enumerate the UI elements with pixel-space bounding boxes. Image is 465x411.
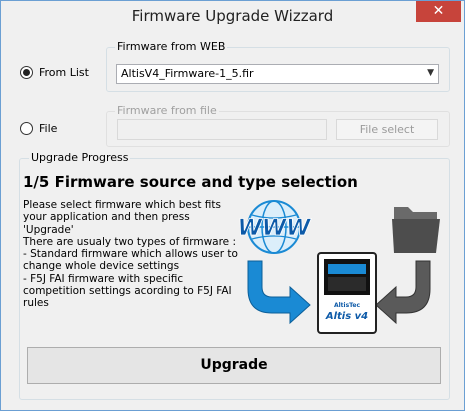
window-title: Firmware Upgrade Wizzard <box>131 7 334 25</box>
radio-indicator <box>20 122 33 135</box>
file-select-button[interactable]: File select <box>336 119 438 140</box>
chevron-down-icon: ▼ <box>427 68 434 78</box>
from-list-label: From List <box>39 66 89 79</box>
progress-group-label: Upgrade Progress <box>29 151 131 164</box>
arrow-down-left-icon <box>375 260 431 325</box>
web-group-label: Firmware from WEB <box>115 40 228 53</box>
close-button[interactable]: ✕ <box>416 1 461 22</box>
web-firmware-group: Firmware from WEB AltisV4_Firmware-1_5.f… <box>106 40 450 92</box>
altis-device-icon: AltisTec Altis v4 <box>317 252 377 334</box>
client-area: From List Firmware from WEB AltisV4_Firm… <box>9 31 456 402</box>
close-icon: ✕ <box>432 3 445 19</box>
upgrade-progress-group: Upgrade Progress 1/5 Firmware source and… <box>19 151 450 400</box>
web-firmware-value: AltisV4_Firmware-1_5.fir <box>121 67 254 80</box>
device-brand-text: AltisTec <box>334 302 361 309</box>
folder-icon <box>392 207 440 253</box>
arrow-down-right-icon <box>247 260 311 325</box>
file-path-input[interactable] <box>117 119 327 140</box>
firmware-upgrade-window: Firmware Upgrade Wizzard ✕ From List Fir… <box>0 0 465 411</box>
device-model-text: Altis v4 <box>325 311 368 322</box>
file-label: File <box>39 122 58 135</box>
step-description: Please select firmware which best fits y… <box>23 199 238 310</box>
file-radio[interactable]: File <box>20 122 57 135</box>
web-firmware-select[interactable]: AltisV4_Firmware-1_5.fir ▼ <box>116 64 439 84</box>
www-globe-icon: WWW <box>237 200 313 254</box>
file-group-label: Firmware from file <box>115 104 219 117</box>
file-firmware-group: Firmware from file File select <box>106 104 450 147</box>
from-list-radio[interactable]: From List <box>20 66 89 79</box>
upgrade-illustration: WWW AltisTec Altis v4 <box>237 200 440 334</box>
step-heading: 1/5 Firmware source and type selection <box>23 173 358 191</box>
radio-indicator <box>20 66 33 79</box>
www-text: WWW <box>238 216 313 241</box>
title-bar[interactable]: Firmware Upgrade Wizzard ✕ <box>1 1 464 31</box>
upgrade-button[interactable]: Upgrade <box>27 347 441 384</box>
